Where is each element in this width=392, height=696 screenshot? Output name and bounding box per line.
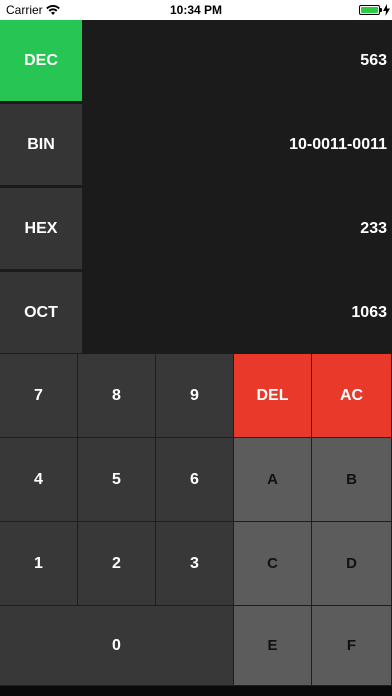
- base-hex-button[interactable]: HEX: [0, 188, 83, 270]
- key-f[interactable]: F: [312, 606, 392, 686]
- key-b[interactable]: B: [312, 438, 392, 522]
- keypad: 7 8 9 DEL AC 4 5 6 A B 1 2 3 C D 0 E F: [0, 354, 392, 686]
- charging-bolt-icon: [383, 4, 390, 16]
- key-e[interactable]: E: [234, 606, 312, 686]
- hex-value: 233: [360, 220, 387, 237]
- base-oct-button[interactable]: OCT: [0, 272, 83, 354]
- battery-tip: [380, 8, 382, 12]
- delete-button[interactable]: DEL: [234, 354, 312, 438]
- key-9[interactable]: 9: [156, 354, 234, 438]
- key-2[interactable]: 2: [78, 522, 156, 606]
- bottom-strip: [0, 686, 392, 696]
- key-a[interactable]: A: [234, 438, 312, 522]
- battery-icon: [359, 5, 380, 15]
- oct-value: 1063: [351, 304, 387, 321]
- all-clear-button[interactable]: AC: [312, 354, 392, 438]
- key-c[interactable]: C: [234, 522, 312, 606]
- battery-level: [361, 7, 378, 13]
- key-5[interactable]: 5: [78, 438, 156, 522]
- key-0[interactable]: 0: [0, 606, 234, 686]
- status-time: 10:34 PM: [169, 3, 223, 17]
- key-7[interactable]: 7: [0, 354, 78, 438]
- key-3[interactable]: 3: [156, 522, 234, 606]
- status-bar: Carrier 10:34 PM: [0, 0, 392, 20]
- base-dec-button[interactable]: DEC: [0, 20, 83, 102]
- key-4[interactable]: 4: [0, 438, 78, 522]
- dec-value: 563: [360, 52, 387, 69]
- base-bin-button[interactable]: BIN: [0, 104, 83, 186]
- key-6[interactable]: 6: [156, 438, 234, 522]
- key-8[interactable]: 8: [78, 354, 156, 438]
- key-d[interactable]: D: [312, 522, 392, 606]
- bin-value: 10-0011-0011: [289, 136, 387, 153]
- conversion-display: DEC 563 BIN 10-0011-0011 HEX 233 OCT 106…: [0, 20, 392, 354]
- key-1[interactable]: 1: [0, 522, 78, 606]
